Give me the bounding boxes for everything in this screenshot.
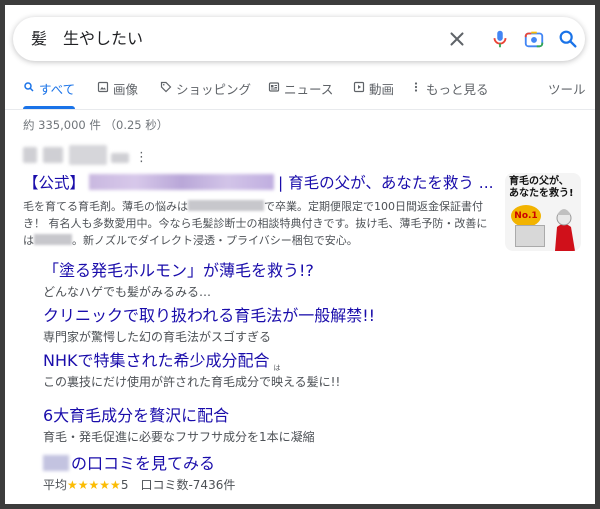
- rating-prefix: 平均: [43, 478, 68, 492]
- ad-thumb-caption: 育毛の父が、 あなたを救う!: [509, 176, 574, 200]
- title-part: の口コミを見てみる: [71, 454, 216, 473]
- desc-part: この裏技にだけ使用が許された育毛成分で: [43, 375, 272, 389]
- ruby-base: 映: [271, 375, 284, 389]
- review-count: 口コミ数-7436件: [140, 478, 236, 492]
- rating-line: 平均★★★★★5 口コミ数-7436件: [43, 476, 235, 494]
- desc-part: える髪に!!: [283, 375, 341, 389]
- tab-label: 動画: [369, 82, 395, 97]
- tabs-divider: [5, 109, 595, 110]
- sitelink-desc: この裏技にだけ使用が許された育毛成分で映はえる髪に!!: [43, 364, 341, 391]
- thumb-line: 育毛の父が、: [509, 176, 569, 187]
- sitelink-title[interactable]: 6大育毛成分を贅沢に配合: [43, 406, 315, 426]
- tag-icon: [160, 81, 172, 93]
- image-icon: [97, 81, 109, 93]
- sitelink-4: 6大育毛成分を贅沢に配合 育毛・発毛促進に必要なフサフサ成分を1本に凝縮: [43, 406, 315, 446]
- tab-label: もっと見る: [426, 82, 489, 97]
- tab-shopping[interactable]: ショッピング: [160, 79, 251, 109]
- ad-thumbnail[interactable]: 育毛の父が、 あなたを救う! No.1: [505, 173, 581, 251]
- product-box: [515, 225, 545, 247]
- redacted-text: [188, 200, 264, 211]
- more-vert-icon: [414, 82, 418, 92]
- tab-tools[interactable]: ツール: [548, 79, 586, 109]
- result-stats: 約 335,000 件 （0.25 秒）: [23, 118, 169, 132]
- redacted-text: [34, 234, 72, 245]
- sitelink-desc: 専門家が驚愕した幻の育毛法がスゴすぎる: [43, 330, 272, 344]
- ad-options-icon[interactable]: ⋮: [135, 151, 148, 164]
- no1-badge: No.1: [511, 205, 541, 227]
- ad-description: 毛を育てる育毛剤。薄毛の悩みは で卒業。定期便限定で100日間返金保証書付き！ 有…: [23, 198, 495, 249]
- brand-redacted: [43, 455, 69, 471]
- sitelink-1: 「塗る発毛ホルモン」が薄毛を救う!? どんなハゲでも髪がみるみる…: [43, 261, 314, 301]
- tab-news[interactable]: ニュース: [268, 79, 333, 109]
- rating-value: 5: [120, 478, 129, 492]
- mascot-figure: [555, 209, 575, 251]
- tab-images[interactable]: 画像: [97, 79, 138, 109]
- sitelink-2: クリニックで取り扱われる育毛法が一般解禁!! 専門家が驚愕した幻の育毛法がスゴす…: [43, 306, 375, 346]
- ad-display-url-redacted: [23, 145, 133, 167]
- search-input[interactable]: 髪 生やしたい: [31, 17, 143, 61]
- ad-title-prefix: 【公式】: [23, 174, 86, 192]
- tab-videos[interactable]: 動画: [353, 79, 394, 109]
- tab-label: ツール: [548, 82, 586, 97]
- search-icon: [24, 82, 34, 92]
- ad-brand-redacted: [89, 174, 275, 190]
- search-results-page: 髪 生やしたい すべて 画像 ショッピング ニュース 動画 もっと見る ツール …: [5, 5, 595, 504]
- ad-desc-part: 。新ノズルでダイレクト浸透・プライバシー梱包で安心。: [72, 234, 358, 247]
- sitelink-title[interactable]: の口コミを見てみる: [43, 454, 235, 474]
- search-icon[interactable]: [557, 28, 579, 50]
- tab-label: 画像: [113, 82, 139, 97]
- camera-icon[interactable]: [523, 28, 545, 50]
- thumb-line: あなたを救う!: [509, 188, 574, 199]
- tab-label: すべて: [39, 82, 76, 97]
- star-rating: ★★★★★: [67, 478, 121, 492]
- play-icon: [353, 81, 365, 93]
- tab-more[interactable]: もっと見る: [410, 79, 489, 109]
- news-icon: [268, 82, 280, 92]
- tab-label: ニュース: [284, 82, 334, 97]
- ad-title-suffix: | 育毛の父が、あなたを救う ...: [278, 174, 494, 192]
- ruby: 映は: [271, 364, 284, 391]
- mic-icon[interactable]: [489, 28, 511, 50]
- ad-title-link[interactable]: 【公式】 | 育毛の父が、あなたを救う ...: [23, 171, 494, 193]
- ruby-text: は: [273, 364, 281, 372]
- sitelink-title[interactable]: 「塗る発毛ホルモン」が薄毛を救う!?: [43, 261, 314, 281]
- sitelink-3: NHKで特集された希少成分配合 この裏技にだけ使用が許された育毛成分で映はえる髪…: [43, 351, 340, 391]
- close-icon[interactable]: [446, 28, 468, 50]
- tab-label: ショッピング: [176, 82, 252, 97]
- sitelink-desc: どんなハゲでも髪がみるみる…: [43, 285, 212, 299]
- ad-desc-part: 毛を育てる育毛剤。薄毛の悩みは: [23, 200, 188, 213]
- sitelink-desc: 育毛・発毛促進に必要なフサフサ成分を1本に凝縮: [43, 430, 315, 444]
- search-bar[interactable]: 髪 生やしたい: [13, 17, 585, 61]
- sitelink-title[interactable]: クリニックで取り扱われる育毛法が一般解禁!!: [43, 306, 375, 326]
- search-tabs: すべて 画像 ショッピング ニュース 動画 もっと見る ツール: [23, 79, 586, 109]
- tab-all[interactable]: すべて: [23, 79, 76, 109]
- sitelink-title[interactable]: NHKで特集された希少成分配合: [43, 351, 340, 371]
- sitelink-5: の口コミを見てみる 平均★★★★★5 口コミ数-7436件: [43, 454, 235, 494]
